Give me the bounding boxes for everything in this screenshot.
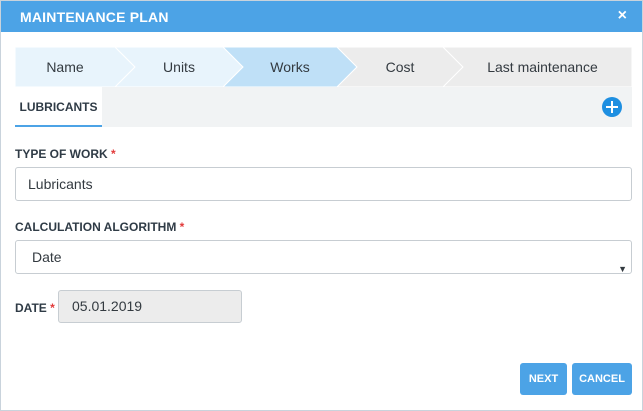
step-last-maintenance[interactable]: Last maintenance [453, 47, 632, 87]
dialog-title: MAINTENANCE PLAN [20, 9, 169, 25]
date-label: DATE * [15, 301, 55, 315]
step-cost[interactable]: Cost [347, 47, 453, 87]
date-input[interactable]: 05.01.2019 [58, 290, 242, 323]
dialog-titlebar: MAINTENANCE PLAN × [1, 1, 642, 32]
required-marker: * [179, 220, 185, 234]
step-works[interactable]: Works [233, 47, 347, 87]
close-icon[interactable]: × [618, 7, 627, 25]
chevron-down-icon: ▼ [618, 264, 627, 274]
type-of-work-label: TYPE OF WORK * [15, 147, 116, 161]
calculation-algorithm-select[interactable]: Date ▼ [15, 240, 632, 274]
cancel-button[interactable]: CANCEL [572, 363, 632, 395]
maintenance-plan-dialog: MAINTENANCE PLAN × Name Units Works Cost… [0, 0, 643, 411]
type-of-work-input[interactable]: Lubricants [15, 167, 632, 201]
next-button[interactable]: NEXT [520, 363, 567, 395]
step-name[interactable]: Name [15, 47, 115, 87]
required-marker: * [111, 147, 116, 161]
required-marker: * [50, 301, 55, 315]
wizard-stepper: Name Units Works Cost Last maintenance [15, 47, 632, 87]
tab-lubricants[interactable]: LUBRICANTS [15, 87, 102, 127]
work-tabs: LUBRICANTS [15, 87, 632, 127]
step-units[interactable]: Units [125, 47, 233, 87]
calculation-algorithm-label: CALCULATION ALGORITHM * [15, 220, 185, 234]
add-work-icon[interactable] [602, 97, 622, 117]
